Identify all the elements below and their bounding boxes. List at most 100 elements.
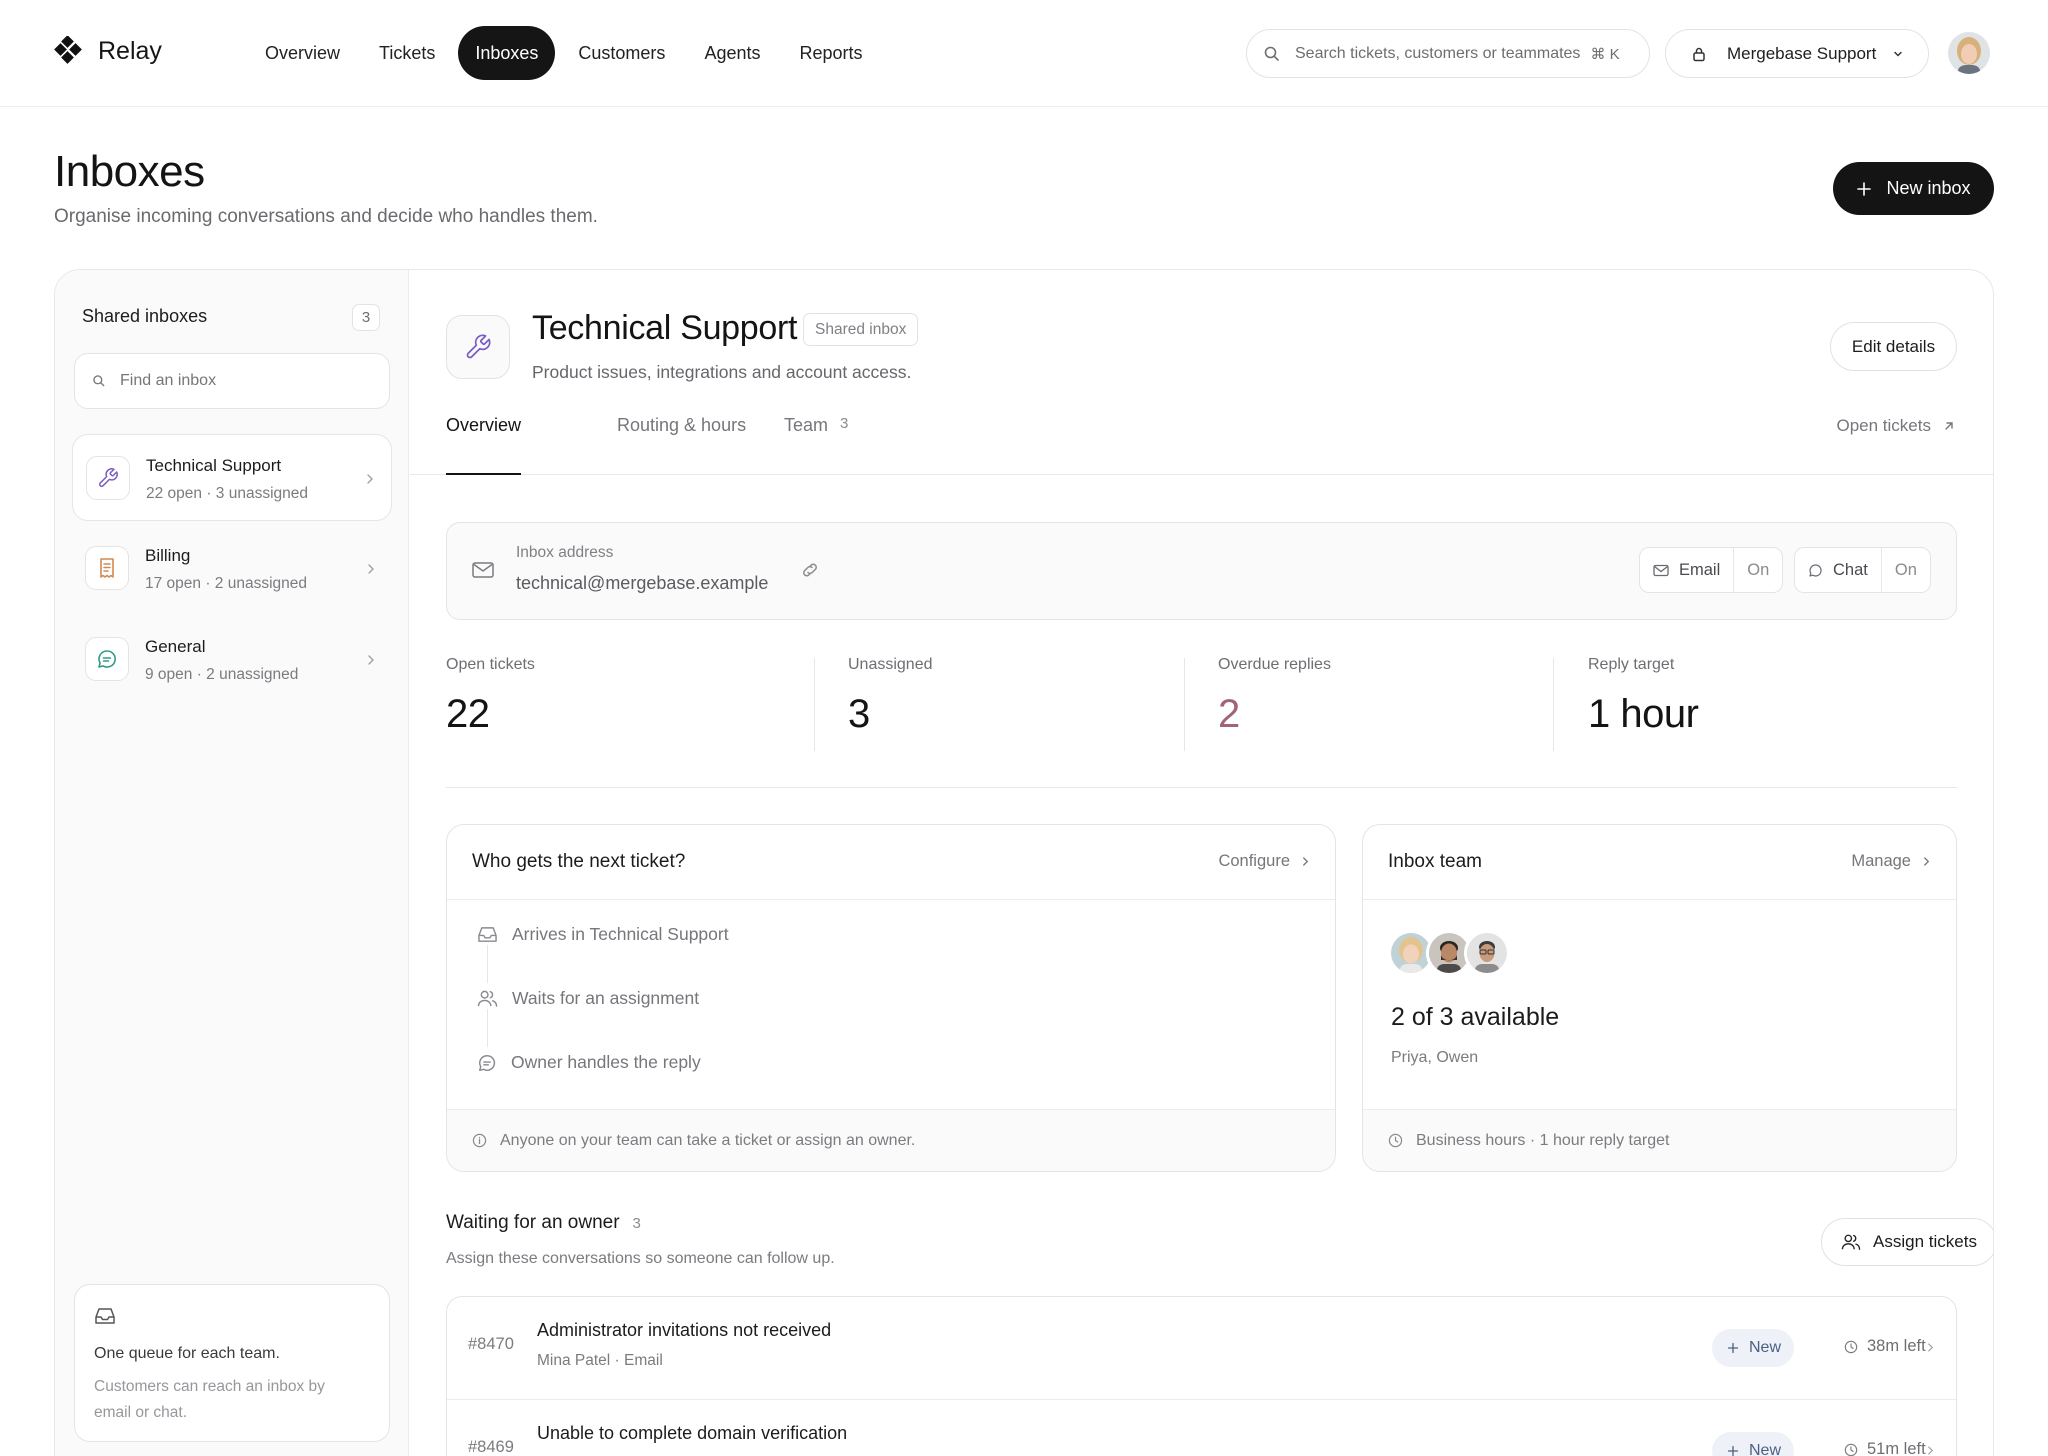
channel-email-toggle[interactable]: Email On xyxy=(1639,547,1784,593)
manage-label: Manage xyxy=(1851,852,1911,870)
team-avatars xyxy=(1388,930,1510,976)
workspace-switcher[interactable]: Mergebase Support xyxy=(1665,29,1929,78)
stat-divider xyxy=(1184,658,1185,751)
ticket-id: #8470 xyxy=(468,1335,514,1353)
inbox-icon-box xyxy=(85,637,129,681)
configure-link[interactable]: Configure xyxy=(1218,852,1309,871)
routing-footer: Anyone on your team can take a ticket or… xyxy=(447,1109,1335,1171)
manage-link[interactable]: Manage xyxy=(1851,852,1930,871)
ticket-id: #8469 xyxy=(468,1438,514,1456)
copy-link-icon[interactable] xyxy=(800,563,820,577)
inbox-type-badge: Shared inbox xyxy=(803,313,919,346)
sidebar-note-title: One queue for each team. xyxy=(94,1345,280,1362)
inbox-address-box: Inbox address technical@mergebase.exampl… xyxy=(446,522,1957,620)
sidebar-item-billing[interactable]: Billing 17 open · 2 unassigned xyxy=(72,525,392,612)
configure-label: Configure xyxy=(1218,852,1290,870)
inbox-address-value[interactable]: technical@mergebase.example xyxy=(516,573,768,594)
inbox-name: General xyxy=(145,637,206,656)
ticket-row[interactable]: #8470 Administrator invitations not rece… xyxy=(447,1297,1956,1399)
edit-details-button[interactable]: Edit details xyxy=(1830,322,1957,371)
stat-value: 2 xyxy=(1218,692,1240,736)
brand[interactable]: Relay xyxy=(54,36,162,66)
stat-label: Overdue replies xyxy=(1218,656,1331,673)
open-tickets-label: Open tickets xyxy=(1836,416,1932,435)
waiting-section-title: Waiting for an owner 3 xyxy=(446,1212,641,1234)
nav-item-agents[interactable]: Agents xyxy=(688,26,776,80)
plus-icon xyxy=(1857,181,1872,196)
stat-label: Open tickets xyxy=(446,656,535,673)
assign-tickets-label: Assign tickets xyxy=(1873,1232,1977,1251)
ticket-sla: 51m left xyxy=(1844,1440,1926,1456)
avatar[interactable] xyxy=(1464,930,1510,976)
nav-item-customers[interactable]: Customers xyxy=(562,26,681,80)
step-connector xyxy=(487,945,488,983)
ticket-title: Administrator invitations not received xyxy=(537,1320,832,1340)
inbox-search-placeholder: Find an inbox xyxy=(120,372,217,389)
step-label: Owner handles the reply xyxy=(511,1052,701,1072)
top-navigation-bar: Relay Overview Tickets Inboxes Customers… xyxy=(0,0,2048,107)
ticket-status-badge: New xyxy=(1712,1432,1795,1456)
main-nav: Overview Tickets Inboxes Customers Agent… xyxy=(249,26,886,80)
panel-header: Inbox team Manage xyxy=(1363,825,1956,900)
nav-item-inboxes[interactable]: Inboxes xyxy=(458,26,556,80)
inbox-name: Billing xyxy=(145,546,191,565)
team-available-names: Priya, Owen xyxy=(1391,1049,1479,1066)
mail-icon xyxy=(1653,564,1669,576)
panel-header: Who gets the next ticket? Configure xyxy=(447,825,1335,900)
waiting-title: Waiting for an owner xyxy=(446,1212,620,1233)
channel-chat-toggle[interactable]: Chat On xyxy=(1794,547,1931,593)
sidebar-item-technical-support[interactable]: Technical Support 22 open · 3 unassigned xyxy=(72,434,392,521)
nav-item-overview[interactable]: Overview xyxy=(249,26,356,80)
chat-bubble-icon xyxy=(98,650,116,668)
sidebar-item-general[interactable]: General 9 open · 2 unassigned xyxy=(72,616,392,703)
wrench-icon xyxy=(466,334,491,359)
chevron-right-icon xyxy=(1928,1343,1934,1352)
channel-email-state: On xyxy=(1733,548,1782,592)
tab-label: Team xyxy=(784,415,829,435)
new-inbox-label: New inbox xyxy=(1886,178,1971,198)
tab-team[interactable]: Team 3 xyxy=(784,415,848,475)
chevron-right-icon xyxy=(1928,1446,1934,1455)
team-panel: Inbox team Manage 2 of 3 available Priya… xyxy=(1362,824,1957,1172)
inbox-tabs: Overview Routing & hours Team 3 Open tic… xyxy=(410,415,1993,475)
receipt-icon xyxy=(100,558,114,578)
team-footer-text: Business hours · 1 hour reply target xyxy=(1416,1131,1670,1149)
stat-divider xyxy=(1553,658,1554,751)
channel-chat-state: On xyxy=(1880,548,1930,592)
inbox-search-input[interactable]: Find an inbox xyxy=(74,353,390,409)
tab-routing-hours[interactable]: Routing & hours xyxy=(617,415,746,475)
inboxes-card: Shared inboxes 3 Find an inbox Technical… xyxy=(54,269,1994,1456)
users-icon xyxy=(477,990,498,1007)
inbox-hero-icon xyxy=(446,315,510,379)
clock-icon xyxy=(1844,1340,1858,1353)
ticket-status: New xyxy=(1749,1442,1782,1456)
inbox-description: Product issues, integrations and account… xyxy=(532,362,912,382)
tab-overview[interactable]: Overview xyxy=(446,415,522,475)
inbox-icon-box xyxy=(85,546,129,590)
nav-item-reports[interactable]: Reports xyxy=(783,26,878,80)
channel-name: Chat xyxy=(1795,548,1881,592)
relay-logo-icon xyxy=(54,36,82,64)
lock-icon xyxy=(1693,47,1705,61)
stat-value: 22 xyxy=(446,692,490,736)
tab-count: 3 xyxy=(840,415,849,432)
arrow-up-right-icon xyxy=(1945,422,1953,430)
open-tickets-link[interactable]: Open tickets xyxy=(1837,416,1956,436)
team-footer: Business hours · 1 hour reply target xyxy=(1363,1109,1956,1171)
global-search-input[interactable]: Search tickets, customers or teammates ⌘… xyxy=(1246,29,1650,78)
new-inbox-button[interactable]: New inbox xyxy=(1833,162,1994,215)
routing-step-waits: Waits for an assignment xyxy=(477,988,699,1009)
tab-label: Routing & hours xyxy=(617,415,747,435)
assign-tickets-button[interactable]: Assign tickets xyxy=(1821,1218,1993,1266)
workspace-name: Mergebase Support xyxy=(1727,43,1877,63)
ticket-row[interactable]: #8469 Unable to complete domain verifica… xyxy=(447,1399,1956,1456)
user-avatar[interactable] xyxy=(1948,32,1990,74)
stat-label: Reply target xyxy=(1588,656,1675,673)
ticket-sla-text: 51m left xyxy=(1867,1440,1926,1456)
inbox-stats: Open tickets 22 Unassigned 3 Overdue rep… xyxy=(446,656,1957,788)
chevron-right-icon xyxy=(1303,857,1309,866)
sidebar-count-badge: 3 xyxy=(352,304,380,331)
waiting-ticket-list: #8470 Administrator invitations not rece… xyxy=(446,1296,1957,1456)
ticket-title: Unable to complete domain verification xyxy=(537,1423,848,1443)
nav-item-tickets[interactable]: Tickets xyxy=(363,26,451,80)
